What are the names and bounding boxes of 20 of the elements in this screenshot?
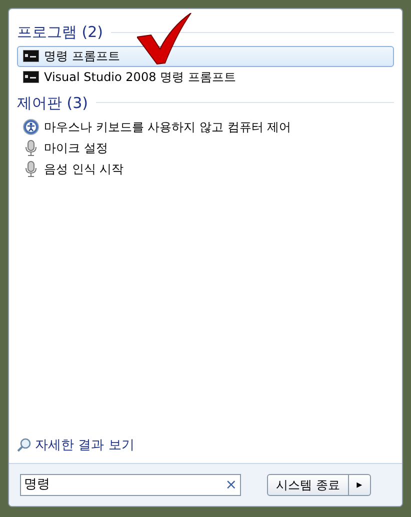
checkmark-icon <box>137 13 192 65</box>
result-item[interactable]: 음성 인식 시작 <box>17 158 394 179</box>
console-icon <box>23 71 39 83</box>
search-field[interactable]: 명령 × <box>20 474 241 496</box>
shutdown-options-button[interactable]: ▸ <box>348 474 371 496</box>
search-text: 명령 <box>24 476 51 494</box>
result-item[interactable]: Visual Studio 2008 명령 프롬프트 <box>17 66 394 88</box>
microphone-icon <box>25 140 37 156</box>
group-heading: 프로그램 (2) <box>17 22 104 43</box>
shutdown-button[interactable]: 시스템 종료 <box>267 474 349 496</box>
console-icon <box>23 50 39 62</box>
clear-button[interactable]: × <box>225 474 237 496</box>
result-item[interactable]: 명령 프롬프트 <box>17 46 394 66</box>
result-item[interactable]: 마이크 설정 <box>17 137 394 158</box>
result-item[interactable]: 마우스나 키보드를 사용하지 않고 컴퓨터 제어 <box>17 116 394 137</box>
group-heading: 제어판 (3) <box>17 92 88 114</box>
accessibility-icon <box>23 118 39 134</box>
search-icon <box>17 438 31 452</box>
see-more-results-link[interactable]: 자세한 결과 보기 <box>17 436 394 455</box>
microphone-icon <box>25 160 37 176</box>
